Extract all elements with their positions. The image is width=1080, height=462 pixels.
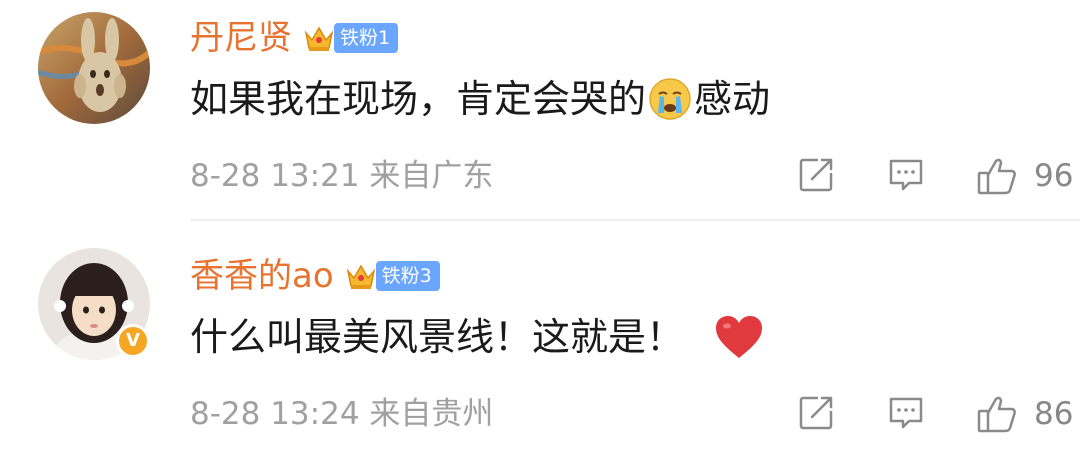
red-heart-emoji xyxy=(716,316,763,358)
comment-meta: 8-28 13:21 来自广东 xyxy=(190,156,493,196)
comment-text-part: 感动 xyxy=(694,77,771,121)
username[interactable]: 丹尼贤 xyxy=(190,16,292,60)
crying-face-emoji xyxy=(649,78,691,120)
comment-text-part: 什么叫最美风景线！这就是！ xyxy=(190,315,685,359)
comment-text: 什么叫最美风景线！这就是！ xyxy=(190,312,764,362)
comment-icon[interactable] xyxy=(886,155,926,195)
username[interactable]: 香香的ao xyxy=(190,254,334,298)
comment-text: 如果我在现场，肯定会哭的 感动 xyxy=(190,74,770,124)
location: 来自贵州 xyxy=(369,396,494,432)
location: 来自广东 xyxy=(369,158,494,194)
name-row: 香香的ao 铁粉3 xyxy=(190,254,440,298)
share-icon[interactable] xyxy=(796,155,836,195)
thumbs-up-icon[interactable] xyxy=(976,155,1018,197)
share-icon[interactable] xyxy=(796,393,836,433)
fan-badge: 铁粉1 xyxy=(334,23,399,53)
comment-icon[interactable] xyxy=(886,393,926,433)
verified-badge: V xyxy=(116,324,150,358)
comment-item: 丹尼贤 铁粉1 如果我在现场，肯定会哭的 感动 8-28 13:21 来自广东 xyxy=(0,0,1080,221)
divider xyxy=(190,219,1080,221)
comment-item: V 香香的ao 铁粉3 什么叫最美风景线！这就是！ 8-28 13:24 来自贵… xyxy=(0,222,1080,462)
comment-text-part: 如果我在现场，肯定会哭的 xyxy=(190,77,647,121)
avatar[interactable] xyxy=(38,12,150,124)
fan-badge: 铁粉3 xyxy=(375,261,440,291)
like-count: 86 xyxy=(1034,396,1074,432)
crown-icon xyxy=(346,264,375,289)
thumbs-up-icon[interactable] xyxy=(976,393,1018,435)
like-count: 96 xyxy=(1034,158,1074,194)
comment-meta: 8-28 13:24 来自贵州 xyxy=(190,394,493,434)
timestamp: 8-28 13:21 xyxy=(190,158,360,194)
crown-icon xyxy=(304,26,334,51)
timestamp: 8-28 13:24 xyxy=(190,396,360,432)
avatar-image xyxy=(38,12,150,124)
name-row: 丹尼贤 铁粉1 xyxy=(190,16,399,60)
